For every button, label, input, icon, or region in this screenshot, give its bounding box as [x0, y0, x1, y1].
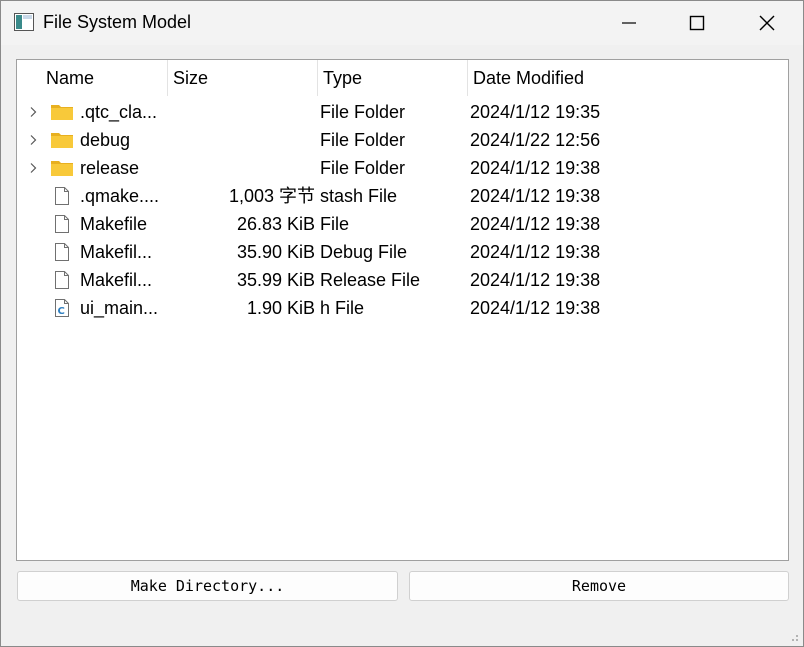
file-icon [55, 243, 69, 261]
row-type: h File [320, 298, 365, 318]
row-name: ui_main... [80, 298, 159, 318]
chevron-right-icon[interactable] [28, 134, 38, 146]
maximize-icon [689, 15, 705, 31]
svg-text:C: C [58, 306, 65, 317]
row-size: 1,003 字节 [228, 186, 315, 206]
row-type: File Folder [320, 158, 406, 178]
row-size: 35.90 KiB [236, 242, 315, 262]
row-date-modified: 2024/1/22 12:56 [470, 130, 601, 150]
row-name: Makefil... [80, 242, 153, 262]
tree-row[interactable]: Makefil... 35.99 KiB Release File 2024/1/12… [17, 266, 788, 294]
chevron-right-icon[interactable] [28, 106, 38, 118]
row-name: Makefile [80, 214, 148, 234]
folder-icon [51, 133, 73, 148]
folder-icon [51, 161, 73, 176]
row-type: Debug File [320, 242, 408, 262]
tree-row[interactable]: .qtc_cla... File Folder 2024/1/12 19:35 [17, 98, 788, 126]
file-icon [55, 187, 69, 205]
main-window: File System Model Name Size Type Date Mo… [0, 0, 804, 647]
tree-header: Name Size Type Date Modified [17, 60, 788, 96]
tree-row[interactable]: .qmake.... 1,003 字节 stash File 2024/1/12 19… [17, 182, 788, 210]
row-type: File Folder [320, 130, 406, 150]
remove-button[interactable]: Remove [409, 571, 789, 601]
row-size [167, 126, 315, 154]
row-date-modified: 2024/1/12 19:38 [470, 158, 601, 178]
tree-row[interactable]: Makefil... 35.90 KiB Debug File 2024/1/12 1… [17, 238, 788, 266]
c-header-file-icon: C [55, 299, 69, 317]
column-header-date-modified[interactable]: Date Modified [467, 60, 667, 96]
tree-row[interactable]: Makefile 26.83 KiB File 2024/1/12 19:38 [17, 210, 788, 238]
row-size [167, 154, 315, 182]
row-name: debug [80, 130, 131, 150]
resize-grip-icon[interactable] [787, 630, 799, 642]
row-size: 1.90 KiB [246, 298, 315, 318]
row-name: release [80, 158, 140, 178]
row-name: Makefil... [80, 270, 153, 290]
column-header-type[interactable]: Type [317, 60, 467, 96]
row-date-modified: 2024/1/12 19:38 [470, 242, 601, 262]
file-icon [55, 215, 69, 233]
file-icon [55, 271, 69, 289]
folder-icon [51, 105, 73, 120]
title-bar[interactable]: File System Model [1, 1, 803, 45]
row-type: File [320, 214, 350, 234]
row-name: .qtc_cla... [80, 102, 158, 122]
column-header-name[interactable]: Name [40, 60, 167, 96]
chevron-right-icon[interactable] [28, 162, 38, 174]
column-header-size[interactable]: Size [167, 60, 317, 96]
tree-row[interactable]: Cui_main... 1.90 KiB h File 2024/1/12 19:38 [17, 294, 788, 322]
row-type: Release File [320, 270, 421, 290]
close-icon [759, 15, 775, 31]
tree-row[interactable]: release File Folder 2024/1/12 19:38 [17, 154, 788, 182]
tree-row[interactable]: debug File Folder 2024/1/22 12:56 [17, 126, 788, 154]
app-icon [14, 13, 34, 31]
row-date-modified: 2024/1/12 19:35 [470, 102, 601, 122]
row-size: 26.83 KiB [236, 214, 315, 234]
maximize-button[interactable] [663, 1, 731, 45]
row-date-modified: 2024/1/12 19:38 [470, 214, 601, 234]
row-date-modified: 2024/1/12 19:38 [470, 298, 601, 318]
row-type: stash File [320, 186, 398, 206]
row-date-modified: 2024/1/12 19:38 [470, 186, 601, 206]
row-type: File Folder [320, 102, 406, 122]
minimize-button[interactable] [595, 1, 663, 45]
row-date-modified: 2024/1/12 19:38 [470, 270, 601, 290]
minimize-icon [622, 22, 636, 24]
row-name: .qmake.... [80, 186, 160, 206]
file-tree-view[interactable]: Name Size Type Date Modified .qtc_cla...… [16, 59, 789, 561]
row-size [167, 98, 315, 126]
row-size: 35.99 KiB [236, 270, 315, 290]
make-directory-button[interactable]: Make Directory... [17, 571, 398, 601]
window-title: File System Model [43, 12, 192, 32]
close-button[interactable] [733, 1, 801, 45]
